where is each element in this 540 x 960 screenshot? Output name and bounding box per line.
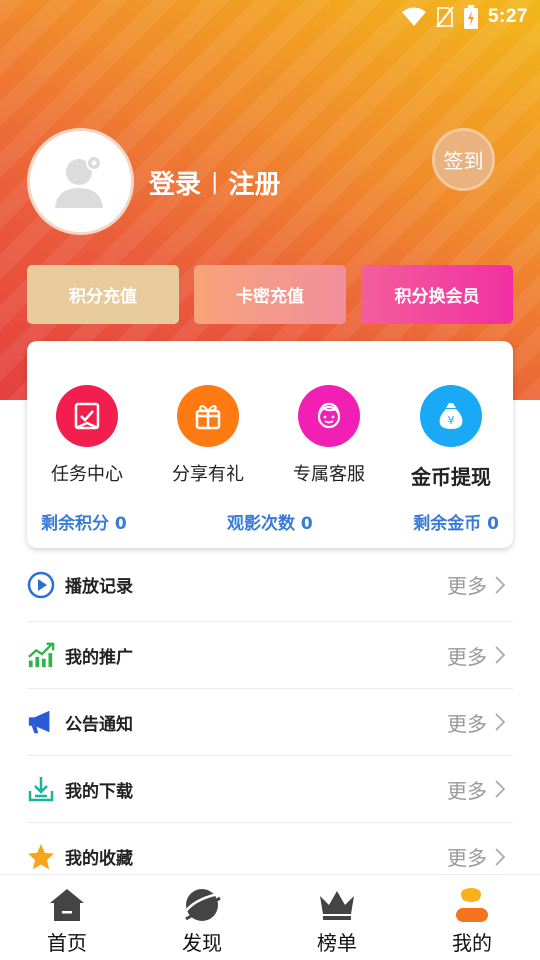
- menu-list: 播放记录 更多 我的推广 更多 公告通知 更多 我的下载 更多 我的收藏 更多: [27, 548, 513, 890]
- chevron-right-icon: [495, 780, 505, 798]
- menu-item-label: 公告通知: [65, 714, 133, 735]
- more-label: 更多: [447, 644, 487, 669]
- menu-item-label: 我的推广: [65, 647, 133, 668]
- bottom-tab-bar: 首页 发现 榜单 我的: [0, 874, 540, 960]
- points-to-vip-button[interactable]: 积分换会员: [361, 265, 513, 324]
- more-link[interactable]: 更多: [447, 775, 505, 804]
- menu-item-my-promotion[interactable]: 我的推广 更多: [27, 622, 513, 689]
- svg-text:¥: ¥: [448, 414, 455, 427]
- view-count[interactable]: 观影次数 0: [227, 509, 313, 534]
- task-icon: [56, 385, 118, 447]
- tab-home[interactable]: 首页: [22, 885, 112, 956]
- more-link[interactable]: 更多: [447, 708, 505, 737]
- star-icon: [27, 843, 55, 871]
- feature-label: 任务中心: [51, 464, 123, 485]
- more-link[interactable]: 更多: [447, 842, 505, 871]
- menu-item-label: 我的收藏: [65, 849, 133, 869]
- login-link[interactable]: 登录: [149, 164, 201, 201]
- status-bar: 5:27: [0, 0, 540, 36]
- more-label: 更多: [447, 846, 487, 870]
- remaining-coins[interactable]: 剩余金币 0: [413, 509, 499, 534]
- more-label: 更多: [447, 711, 487, 736]
- feature-label: 分享有礼: [172, 464, 244, 485]
- chart-icon: [27, 641, 55, 669]
- feature-customer-service[interactable]: 专属客服: [269, 385, 389, 486]
- menu-item-label: 我的下载: [65, 781, 133, 802]
- planet-icon: [157, 885, 247, 925]
- megaphone-icon: [27, 708, 55, 736]
- feature-label: 专属客服: [293, 464, 365, 485]
- status-time: 5:27: [487, 6, 528, 27]
- money-bag-icon: ¥: [420, 385, 482, 447]
- more-label: 更多: [447, 778, 487, 803]
- no-sim-icon: [436, 6, 454, 28]
- login-separator: |: [211, 170, 219, 195]
- tab-mine[interactable]: 我的: [427, 885, 517, 956]
- more-label: 更多: [447, 574, 487, 598]
- chevron-right-icon: [495, 847, 505, 866]
- more-link[interactable]: 更多: [447, 641, 505, 670]
- default-avatar-icon: [54, 154, 103, 208]
- feature-share-gift[interactable]: 分享有礼: [148, 385, 268, 486]
- wifi-icon: [401, 7, 426, 26]
- more-link[interactable]: 更多: [447, 570, 505, 599]
- feature-label: 金币提现: [411, 465, 491, 489]
- download-icon: [27, 775, 55, 803]
- register-link[interactable]: 注册: [228, 164, 280, 201]
- battery-charging-icon: [463, 5, 478, 29]
- play-icon: [27, 571, 55, 599]
- points-recharge-button[interactable]: 积分充值: [27, 265, 179, 324]
- feature-task-center[interactable]: 任务中心: [27, 385, 147, 486]
- tab-rankings[interactable]: 榜单: [292, 885, 382, 956]
- user-icon: [427, 885, 517, 925]
- menu-item-my-downloads[interactable]: 我的下载 更多: [27, 756, 513, 823]
- service-icon: [298, 385, 360, 447]
- login-register: 登录 | 注册: [149, 164, 280, 201]
- menu-item-play-history[interactable]: 播放记录 更多: [27, 548, 513, 622]
- menu-item-announcements[interactable]: 公告通知 更多: [27, 689, 513, 756]
- tab-label: 发现: [182, 931, 222, 955]
- chevron-right-icon: [495, 575, 505, 594]
- home-icon: [22, 885, 112, 925]
- signin-button[interactable]: 签到: [432, 128, 495, 191]
- avatar[interactable]: [27, 128, 134, 235]
- remaining-points[interactable]: 剩余积分 0: [41, 509, 127, 534]
- tab-label: 榜单: [317, 931, 357, 955]
- tab-label: 首页: [47, 931, 87, 955]
- crown-icon: [292, 885, 382, 925]
- gift-icon: [177, 385, 239, 447]
- tab-discover[interactable]: 发现: [157, 885, 247, 956]
- menu-item-label: 播放记录: [65, 577, 133, 597]
- feature-coin-withdraw[interactable]: ¥ 金币提现: [391, 385, 511, 490]
- card-recharge-button[interactable]: 卡密充值: [194, 265, 346, 324]
- tab-label: 我的: [452, 931, 492, 955]
- feature-card: 任务中心 分享有礼 专属客服 ¥ 金币提现 剩余积分 0 观影次数 0 剩余金币…: [27, 341, 513, 548]
- chevron-right-icon: [495, 713, 505, 731]
- chevron-right-icon: [495, 646, 505, 664]
